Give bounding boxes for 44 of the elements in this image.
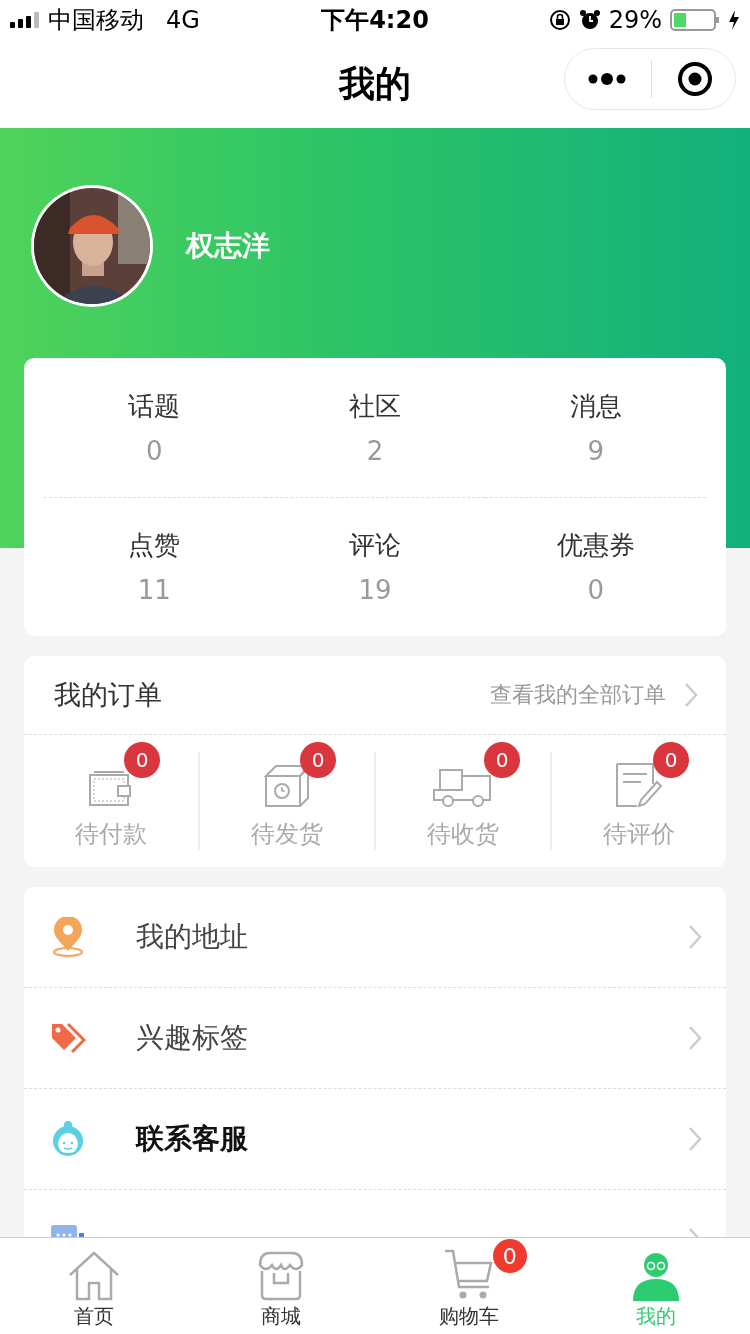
stat-value: 0 [587,575,604,606]
count-badge: 0 [484,742,520,778]
location-pin-icon [50,917,86,957]
cart-icon [442,1249,495,1301]
rotation-lock-icon [548,9,571,31]
signal-icon [10,12,40,28]
tab[interactable]: 商城 [187,1238,375,1334]
tab[interactable]: 0 购物车 [375,1238,563,1334]
tab[interactable]: 首页 [0,1238,188,1334]
network-type: 4G [166,6,200,34]
stat-label[interactable]: 话题 [128,388,181,424]
alarm-icon [578,9,601,31]
stat-label[interactable]: 优惠券 [556,528,635,564]
close-icon[interactable] [676,61,713,97]
charging-icon [728,9,740,31]
more-icon[interactable] [587,72,628,86]
wallet-icon[interactable] [88,768,134,808]
user-name: 权志洋 [186,228,270,264]
stat-value: 0 [146,435,163,466]
section-title: 我的订单 [54,678,163,712]
stat-value: 9 [587,435,604,466]
tag-icon [50,1022,86,1054]
note-pencil-icon[interactable] [615,762,663,808]
carrier-name: 中国移动 [48,5,144,36]
menu-item[interactable]: 兴趣标签 [136,1019,688,1057]
cart-count-badge: 0 [492,1239,527,1273]
menu-item[interactable]: 我的地址 [136,918,688,956]
stat-value: 2 [366,435,384,466]
stat-label[interactable]: 点赞 [128,528,181,564]
page-title: 我的 [339,61,411,106]
count-badge: 0 [124,742,160,778]
status-time: 下午4:20 [321,5,429,36]
battery-percent: 29% [608,6,662,34]
stat-value: 19 [358,575,392,606]
stat-label[interactable]: 评论 [349,528,401,564]
count-badge: 0 [653,742,689,778]
box-icon[interactable] [264,764,310,808]
battery-icon [670,8,720,32]
stat-label[interactable]: 消息 [569,388,622,424]
stat-label[interactable]: 社区 [349,388,401,424]
service-agent-icon [50,1121,86,1157]
stat-value: 11 [137,575,171,606]
menu-item[interactable]: 联系客服 [136,1120,688,1158]
count-badge: 0 [300,742,336,778]
